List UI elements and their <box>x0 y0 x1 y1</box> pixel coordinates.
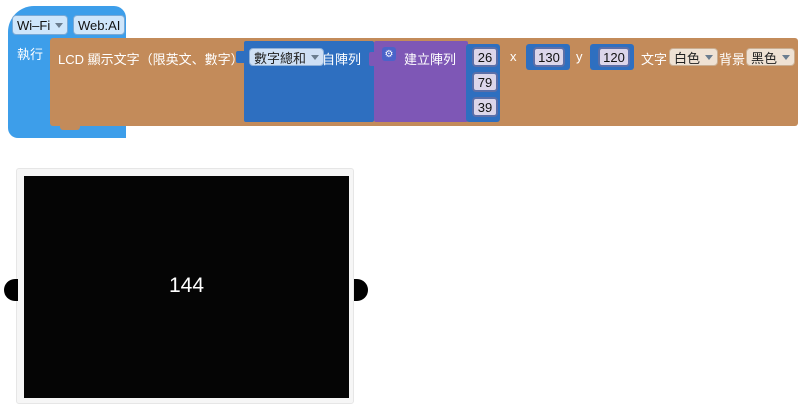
right-connector-knob <box>354 279 368 301</box>
chevron-down-icon <box>311 54 320 60</box>
lcd-simulator-screen: 144 <box>24 176 349 398</box>
array-value-2[interactable]: 79 <box>472 72 498 92</box>
left-connector-knob <box>4 279 18 301</box>
array-value-3[interactable]: 39 <box>472 97 498 117</box>
background-dropdown[interactable]: 黑色 <box>746 48 796 66</box>
text-color-value: 白色 <box>674 50 701 66</box>
wifi-dropdown[interactable]: Wi–Fi <box>12 15 69 35</box>
wifi-dropdown-value: Wi–Fi <box>17 17 51 33</box>
chevron-down-icon <box>705 54 714 60</box>
lcd-block-notch <box>60 124 80 130</box>
lcd-block-label: LCD 顯示文字（限英文、數字） <box>58 52 244 67</box>
array-block-connector <box>369 52 377 66</box>
webai-label-text: Web:AI <box>78 17 121 33</box>
run-label: 執行 <box>17 47 44 62</box>
webai-label: Web:AI <box>73 15 126 35</box>
x-value[interactable]: 130 <box>533 47 565 67</box>
chevron-down-icon <box>782 54 791 60</box>
y-value[interactable]: 120 <box>598 47 630 67</box>
text-color-label: 文字 <box>641 52 668 67</box>
text-color-dropdown[interactable]: 白色 <box>669 48 719 66</box>
x-label: x <box>510 49 517 64</box>
background-label: 背景 <box>719 52 746 67</box>
sum-dropdown[interactable]: 數字總和 <box>249 48 325 66</box>
lcd-display-text: 144 <box>168 274 205 297</box>
background-value: 黑色 <box>751 50 778 66</box>
chevron-down-icon <box>55 22 64 28</box>
y-label: y <box>576 49 583 64</box>
array-value-1[interactable]: 26 <box>472 47 498 67</box>
sum-dropdown-value: 數字總和 <box>254 50 307 66</box>
gear-icon[interactable]: ⚙ <box>382 47 396 61</box>
from-array-label: 自陣列 <box>322 52 362 67</box>
create-array-label: 建立陣列 <box>404 52 457 67</box>
